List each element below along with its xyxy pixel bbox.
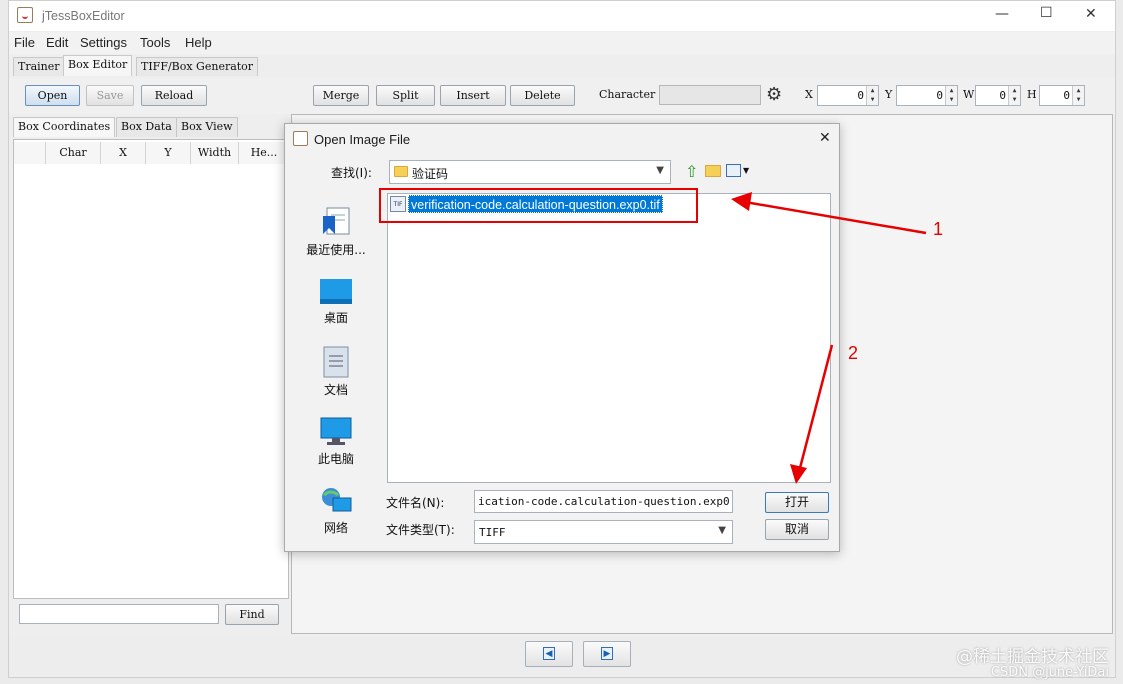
watermark-line2: CSDN @june-YiDai (990, 665, 1109, 680)
annotation-1: 1 (933, 219, 944, 239)
arrow-1-head (731, 192, 752, 211)
annotation-2: 2 (848, 343, 859, 363)
arrow-2-line (798, 344, 834, 469)
watermark: @稀土掘金技术社区 CSDN @june-YiDai (956, 642, 1109, 680)
watermark-line1: @稀土掘金技术社区 (956, 647, 1109, 667)
arrow-2-head (790, 464, 807, 484)
arrow-1-line (744, 200, 927, 235)
annotation-arrows (731, 192, 927, 484)
